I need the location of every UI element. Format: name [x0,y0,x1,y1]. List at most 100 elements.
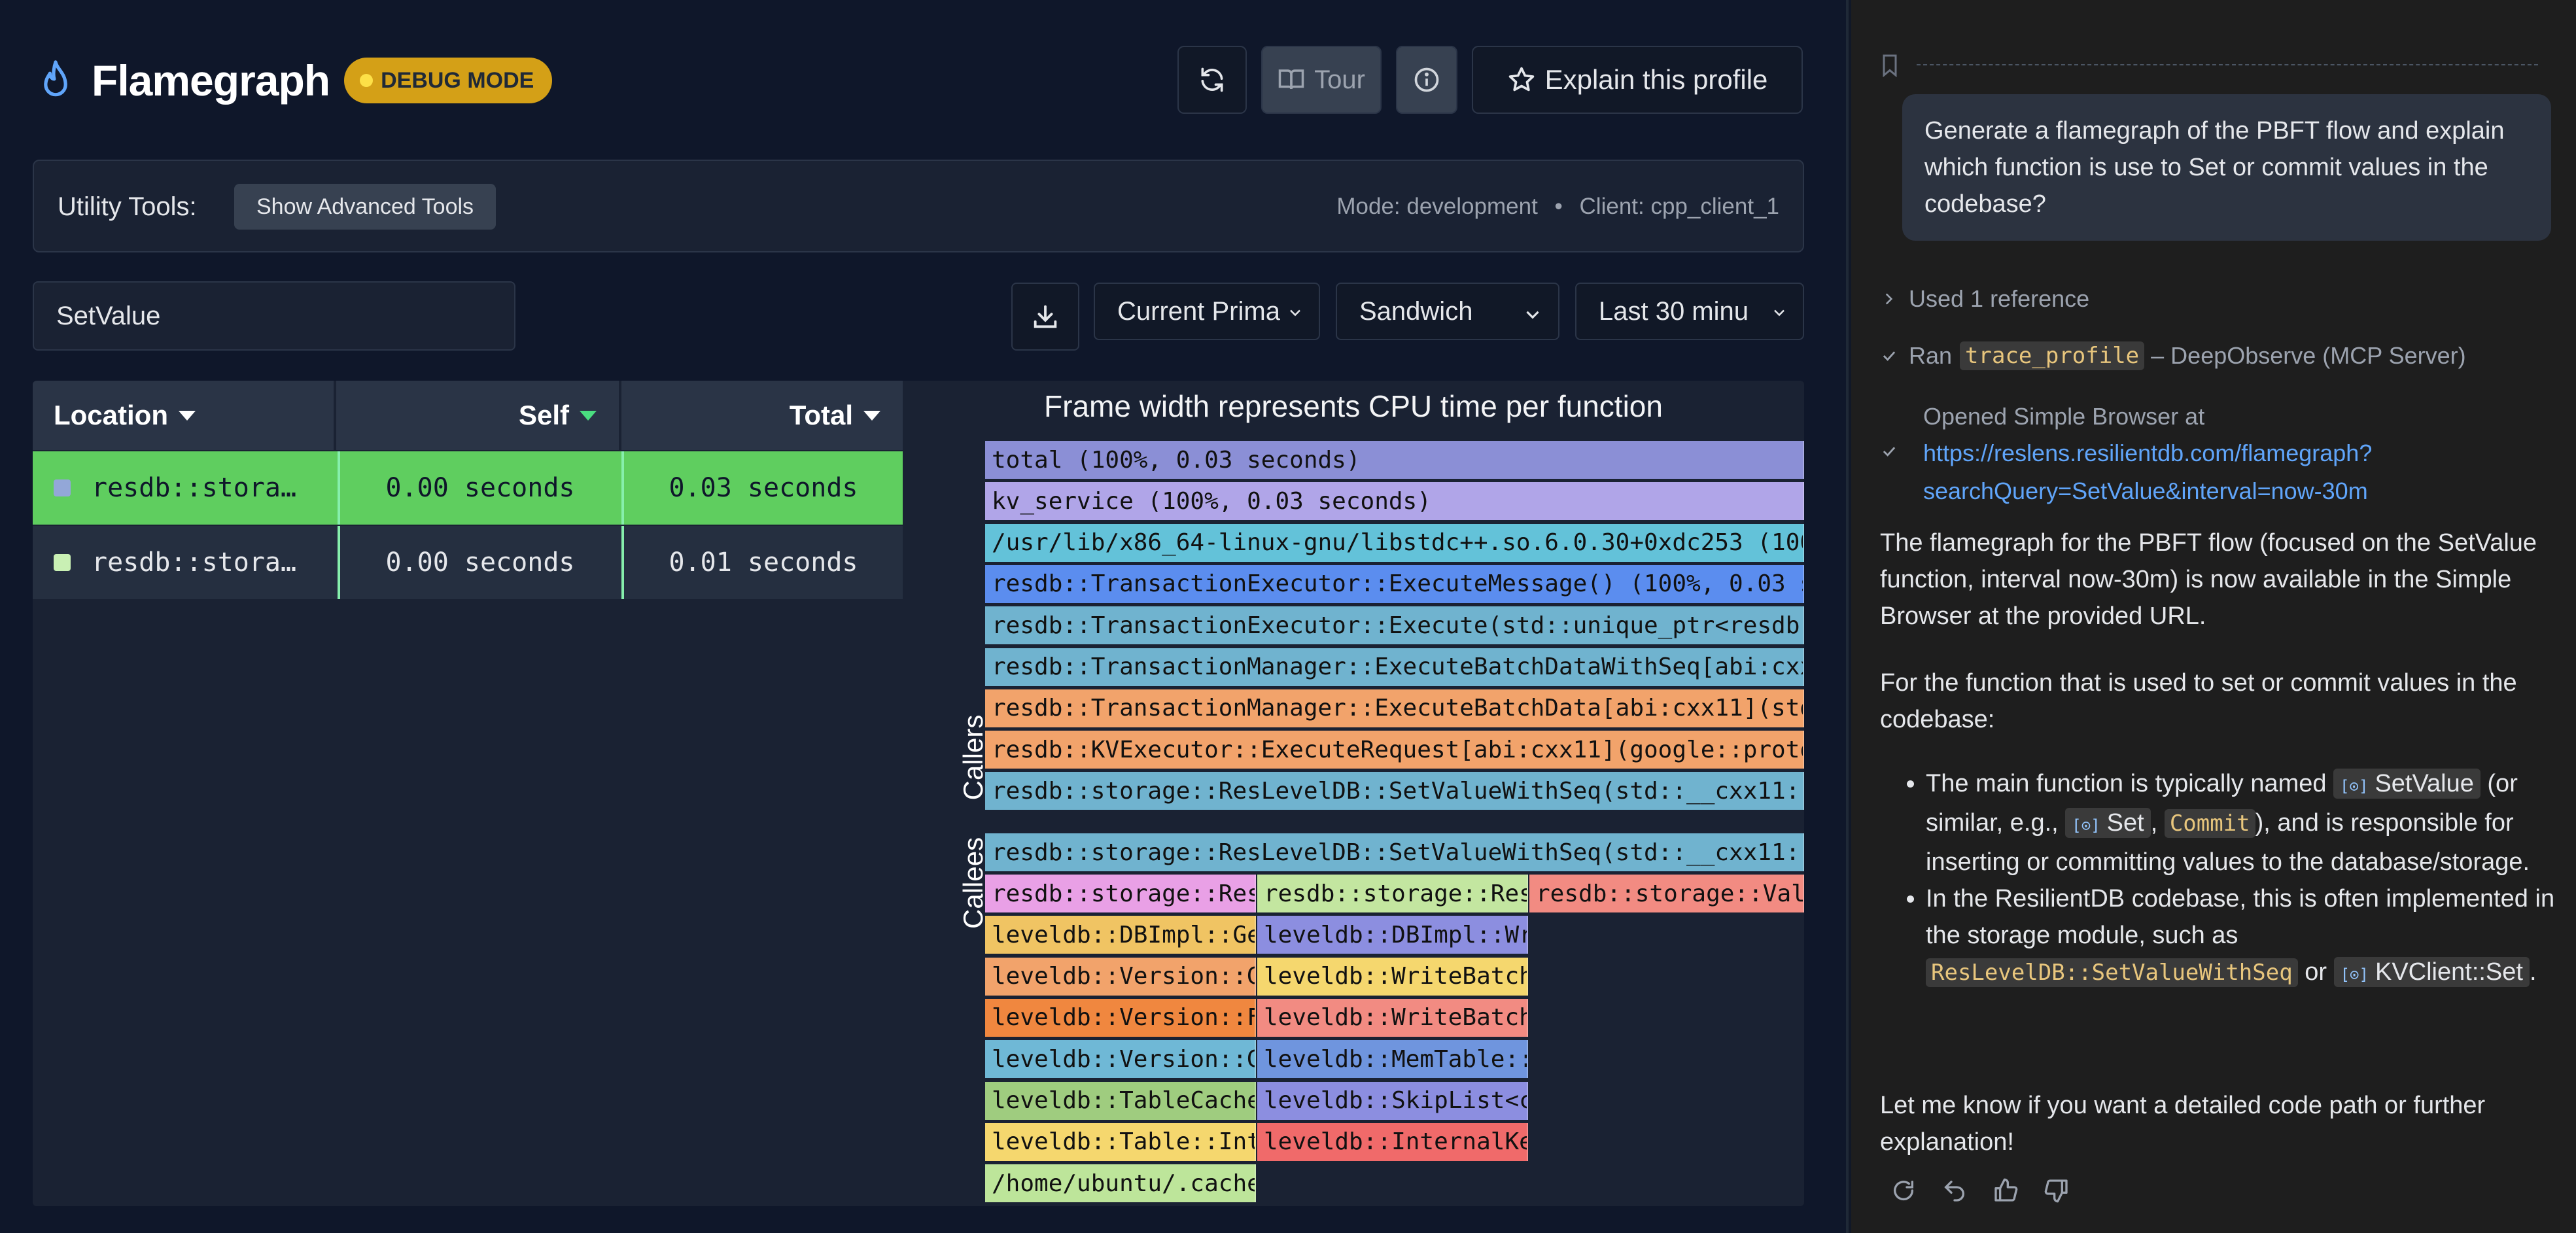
info-button[interactable] [1396,46,1457,114]
flame-frame-caller[interactable]: /usr/lib/x86_64-linux-gnu/libstdc++.so.6… [985,523,1804,562]
response-paragraph-1: The flamegraph for the PBFT flow (focuse… [1880,529,2537,630]
bullet-text: or [2305,958,2327,986]
flame-frame-caller[interactable]: resdb::TransactionManager::ExecuteBatchD… [985,689,1804,727]
flame-frame-caller[interactable]: total (100%, 0.03 seconds) [985,441,1804,479]
undo-icon[interactable] [1941,1177,1968,1204]
callees-label: Callees [958,837,988,929]
browser-url-link-2[interactable]: searchQuery=SetValue&interval=now-30m [1923,478,2368,505]
tool-name-code: trace_profile [1960,341,2145,370]
utility-tools-bar: Utility Tools: Show Advanced Tools Mode:… [33,160,1804,252]
flame-frame-caller[interactable]: kv_service (100%, 0.03 seconds) [985,482,1804,521]
location-text: resdb::storage::ResLevelDB::SetValueWith… [92,473,307,503]
tour-label: Tour [1314,65,1365,94]
response-paragraph-2: For the function that is used to set or … [1880,669,2517,733]
flame-frame-callee[interactable]: leveldb::MemTable::Add [1257,1040,1528,1079]
callers-label: Callers [958,714,988,801]
sort-active-icon [580,410,597,421]
commit-code: Commit [2164,809,2255,838]
flame-frame-callee[interactable]: resdb::storage::ResLevelDB::Flush [1257,875,1528,912]
table-row[interactable]: resdb::storage::ResLevelDB::SetValue 0.0… [33,526,903,599]
flame-frame-caller[interactable]: resdb::KVExecutor::ExecuteRequest[abi:cx… [985,731,1804,769]
flame-frame-callee[interactable]: resdb::storage::ResLevelDB::SetValue [985,875,1256,912]
flamegraph-title: Frame width represents CPU time per func… [1044,389,1663,423]
color-swatch [54,554,71,571]
flamegraph-app: Flamegraph DEBUG MODE Tour Explain this … [0,0,1849,1233]
flame-frame-caller[interactable]: resdb::TransactionExecutor::Execute(std:… [985,606,1804,645]
flame-frame-callee[interactable]: leveldb::TableCache::Get [985,1081,1256,1120]
flame-frame-callee[interactable]: leveldb::WriteBatch::Iterate [1257,998,1528,1037]
thumbs-up-icon[interactable] [1993,1177,2019,1204]
time-range-select[interactable]: Last 30 minu [1575,283,1804,340]
flame-frame-callee[interactable]: leveldb::DBImpl::Get [985,916,1256,954]
flame-frame-caller[interactable]: resdb::storage::ResLevelDB::SetValueWith… [985,772,1804,810]
flame-frame-callee[interactable]: leveldb::Table::InternalGet [985,1122,1256,1161]
flame-frame-callee-root[interactable]: resdb::storage::ResLevelDB::SetValueWith… [985,833,1804,871]
table-row[interactable]: resdb::storage::ResLevelDB::SetValueWith… [33,451,903,525]
flame-frame-callee[interactable]: leveldb::Version::ForEachOverlapping [985,998,1256,1037]
status-dot-icon [360,74,374,87]
message-actions [1890,1177,2070,1204]
flame-frame-callee[interactable]: leveldb::SkipList<char const*>::Insert [1257,1081,1528,1120]
bookmark-icon[interactable] [1880,54,1900,77]
list-item: In the ResilientDB codebase, this is oft… [1926,880,2558,993]
self-cell: 0.00 seconds [338,451,620,525]
info-icon [1414,67,1439,92]
symbol-icon: [⊙] [2072,816,2100,835]
browser-url-link-1[interactable]: https://reslens.resilientdb.com/flamegra… [1923,440,2372,467]
location-cell: resdb::storage::ResLevelDB::SetValueWith… [33,451,336,525]
self-cell: 0.00 seconds [338,526,620,599]
flame-icon [33,58,78,103]
set-symbol: [⊙] Set [2065,808,2151,838]
tour-button[interactable]: Tour [1261,46,1382,114]
location-column-header[interactable]: Location [33,381,335,450]
primary-select[interactable]: Current Prima [1094,283,1320,340]
book-icon [1278,69,1304,90]
view-mode-value: Sandwich [1359,296,1473,326]
chevron-right-icon [1885,293,1893,305]
show-advanced-tools-button[interactable]: Show Advanced Tools [234,184,496,230]
used-reference-toggle[interactable]: Used 1 reference [1880,285,2089,313]
kvclient-symbol: [⊙] KVClient::Set [2333,957,2530,987]
search-input[interactable]: SetValue [33,281,515,351]
location-cell: resdb::storage::ResLevelDB::SetValue [33,526,336,599]
symbol-name: SetValue [2375,770,2474,797]
total-column-header[interactable]: Total [621,381,903,450]
explain-profile-label: Explain this profile [1544,64,1768,95]
profile-panel: Location Self Total resdb::storage::ResL… [33,381,1804,1206]
refresh-button[interactable] [1177,46,1247,114]
flame-frame-caller[interactable]: resdb::TransactionManager::ExecuteBatchD… [985,648,1804,686]
download-icon [1034,305,1057,328]
star-icon [1508,67,1534,92]
check-icon [1883,447,1896,457]
list-item: The main function is typically named [⊙]… [1926,765,2558,880]
flame-frame-callee[interactable]: /home/ubuntu/.cache/bazel [985,1164,1256,1203]
chevron-down-icon [1290,309,1300,317]
response-paragraph-3: Let me know if you want a detailed code … [1880,1092,2486,1156]
self-column-header[interactable]: Self [336,381,620,450]
thumbs-down-icon[interactable] [2044,1177,2070,1204]
download-button[interactable] [1011,283,1079,351]
divider [1917,64,2538,65]
flame-frame-caller[interactable]: resdb::TransactionExecutor::ExecuteMessa… [985,564,1804,603]
refresh-icon [1201,67,1223,92]
flame-frame-callee[interactable]: leveldb::InternalKeyComparator [1257,1122,1528,1161]
symbol-icon: [⊙] [2340,965,2369,984]
user-message: Generate a flamegraph of the PBFT flow a… [1902,94,2551,241]
setvalue-symbol: [⊙] SetValue [2333,769,2480,799]
flame-frame-callee[interactable]: leveldb::Version::Get [985,1040,1256,1079]
retry-icon[interactable] [1890,1177,1917,1204]
flame-frame-callee[interactable]: leveldb::DBImpl::Write [1257,916,1528,954]
flame-frame-callee[interactable]: leveldb::WriteBatchInternal::InsertInto [1257,957,1528,996]
primary-select-value: Current Prima [1117,296,1280,326]
sort-caret-icon [179,410,196,421]
symbol-name: KVClient::Set [2375,958,2523,986]
explain-profile-button[interactable]: Explain this profile [1472,46,1803,114]
chevron-down-icon [1526,311,1539,319]
view-mode-select[interactable]: Sandwich [1336,283,1559,340]
mode-text: Mode: development [1336,194,1538,219]
total-cell: 0.01 seconds [621,526,903,599]
flame-frame-callee[interactable]: resdb::storage::ValueEntry [1529,875,1804,912]
flame-frame-callee[interactable]: leveldb::Version::Get [985,957,1256,996]
bullet-text: The main function is typically named [1926,770,2327,797]
bullet-text: . [2529,958,2537,986]
